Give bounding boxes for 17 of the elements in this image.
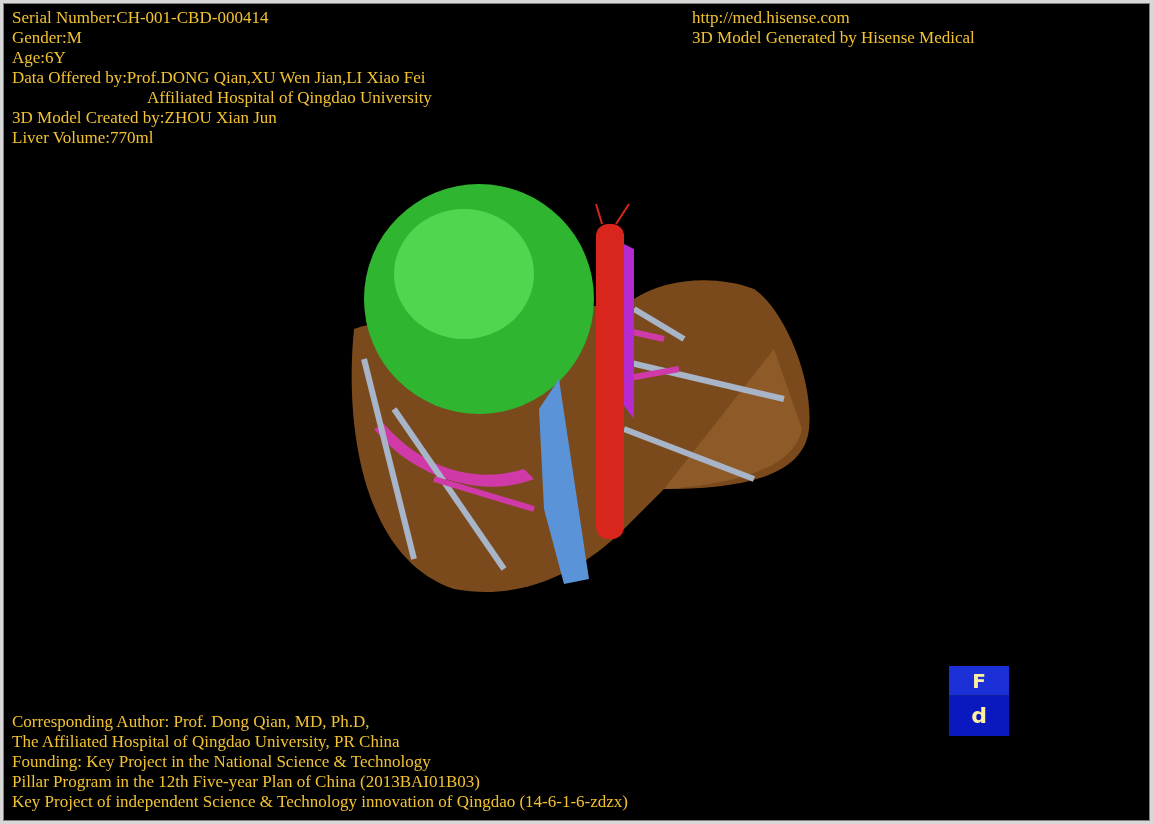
info-line: 3D Model Created by:ZHOU Xian Jun [12, 108, 277, 128]
credit-line: The Affiliated Hospital of Qingdao University, PR China [12, 732, 400, 752]
cube-front-face: d [949, 696, 1009, 736]
orientation-cube[interactable]: F d [949, 666, 1009, 736]
credit-line: Founding: Key Project in the National Science & Technology [12, 752, 431, 772]
info-line: Age:6Y [12, 48, 66, 68]
info-line: Serial Number:CH-001-CBD-000414 [12, 8, 269, 28]
info-line: Liver Volume:770ml [12, 128, 154, 148]
info-line: Affiliated Hospital of Qingdao University [146, 88, 432, 108]
info-line: Data Offered by:Prof.DONG Qian,XU Wen Jian,LI Xiao Fei [12, 68, 426, 88]
info-line: Gender:M [12, 28, 82, 48]
cube-top-face: F [949, 666, 1009, 696]
credit-line: Corresponding Author: Prof. Dong Qian, MD, Ph.D, [12, 712, 370, 732]
info-line: http://med.hisense.com [692, 8, 850, 28]
credit-line: Key Project of independent Science & Technology innovation of Qingdao (14-6-1-6-zdzx) [12, 792, 628, 812]
credit-line: Pillar Program in the 12th Five-year Plan of China (2013BAI01B03) [12, 772, 480, 792]
info-line: 3D Model Generated by Hisense Medical [692, 28, 975, 48]
